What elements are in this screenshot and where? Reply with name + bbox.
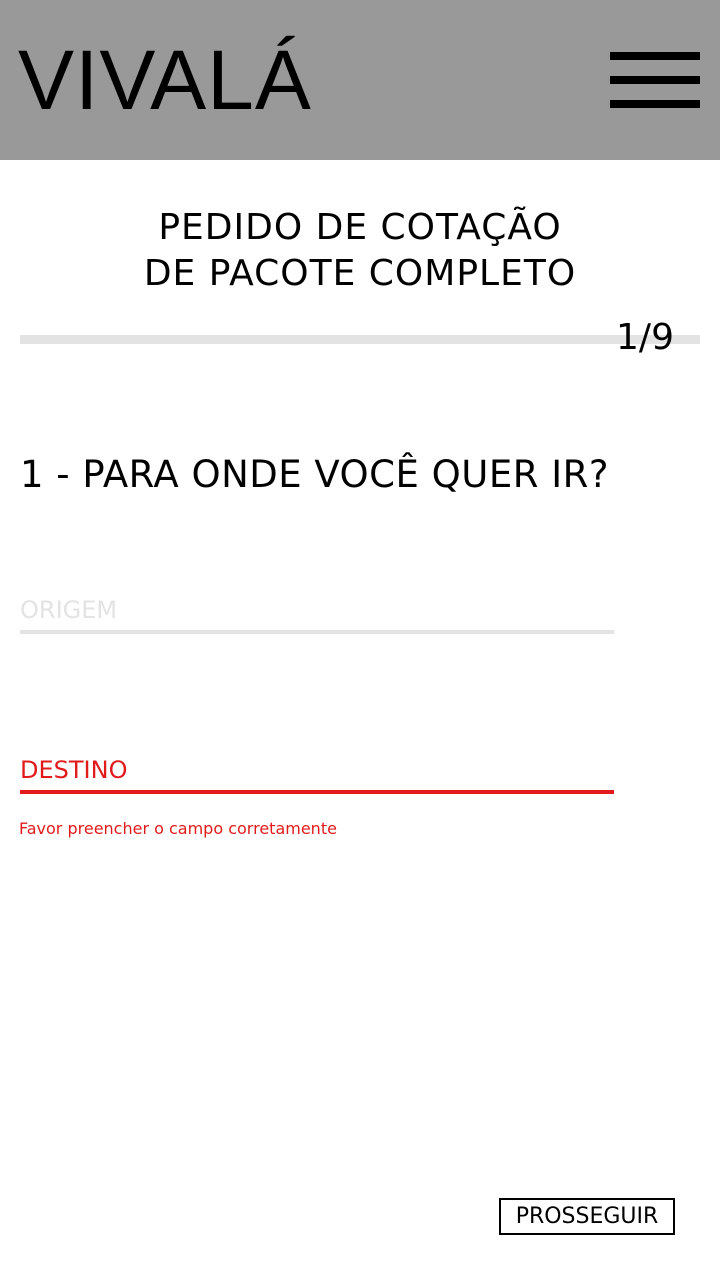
step-counter: 1/9 [616, 317, 674, 358]
menu-bar-bottom [610, 100, 700, 108]
origem-input[interactable] [20, 590, 614, 630]
app-header: VIVALÁ [0, 0, 720, 160]
menu-bar-middle [610, 76, 700, 84]
destino-input[interactable] [20, 750, 614, 790]
page-title-line2: DE PACOTE COMPLETO [143, 253, 577, 294]
origem-field [20, 590, 614, 634]
hamburger-menu-icon[interactable] [610, 52, 700, 108]
destino-field [20, 750, 614, 794]
progress-fill [20, 335, 96, 344]
vivala-logo[interactable]: VIVALÁ [18, 38, 312, 122]
page-title-line1: PEDIDO DE COTAÇÃO [158, 207, 562, 248]
page-title: PEDIDO DE COTAÇÃO DE PACOTE COMPLETO [0, 205, 720, 297]
prosseguir-button[interactable]: PROSSEGUIR [499, 1198, 675, 1235]
progress-bar [20, 335, 700, 344]
destino-underline [20, 790, 614, 794]
origem-underline [20, 630, 614, 634]
destino-error-message: Favor preencher o campo corretamente [19, 819, 337, 838]
question-heading: 1 - PARA ONDE VOCÊ QUER IR? [20, 453, 609, 496]
menu-bar-top [610, 52, 700, 60]
